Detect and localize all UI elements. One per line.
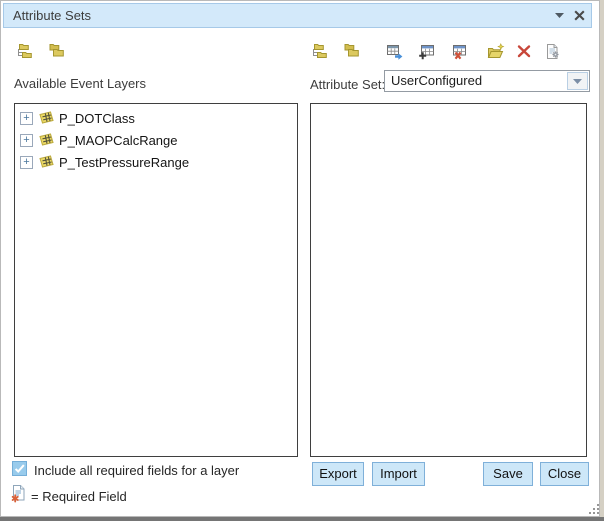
tree-item-label: P_TestPressureRange <box>59 155 189 170</box>
dialog-title: Attribute Sets <box>4 8 91 23</box>
file-settings-icon[interactable] <box>544 43 562 61</box>
event-layer-icon <box>38 154 55 170</box>
tree-item-p-maopcalcrange[interactable]: + P_MAOPCalcRange <box>15 129 297 151</box>
save-button[interactable]: Save <box>483 462 533 486</box>
include-required-fields-label: Include all required fields for a layer <box>34 463 239 478</box>
titlebar: Attribute Sets <box>3 3 592 28</box>
delete-icon[interactable] <box>516 43 534 61</box>
tree-item-label: P_MAOPCalcRange <box>59 133 178 148</box>
tree-item-p-testpressurerange[interactable]: + P_TestPressureRange <box>15 151 297 173</box>
required-field-legend: = Required Field <box>31 489 127 504</box>
table-add-icon[interactable] <box>418 43 436 61</box>
import-button[interactable]: Import <box>372 462 425 486</box>
event-layer-icon <box>38 110 55 126</box>
available-event-layers-label: Available Event Layers <box>14 76 146 91</box>
window-edge-bottom <box>0 517 604 521</box>
tree-item-p-dotclass[interactable]: + P_DOTClass <box>15 107 297 129</box>
close-icon[interactable] <box>571 7 587 25</box>
table-remove-icon[interactable] <box>451 43 469 61</box>
layer-tree-icon[interactable] <box>16 43 34 61</box>
tree-item-label: P_DOTClass <box>59 111 135 126</box>
combo-dropdown-button[interactable] <box>567 72 588 90</box>
chevron-down-icon[interactable] <box>551 7 567 25</box>
attribute-sets-dialog: Attribute Sets <box>0 0 604 521</box>
attribute-set-content-list[interactable] <box>310 103 587 457</box>
include-required-fields-checkbox[interactable] <box>12 461 27 476</box>
expand-plus-icon[interactable]: + <box>20 112 33 125</box>
attribute-set-label: Attribute Set: <box>310 77 385 92</box>
available-event-layers-list[interactable]: + P_DOTClass + P_MAOPCalcRange + <box>14 103 298 457</box>
expand-plus-icon[interactable]: + <box>20 134 33 147</box>
layer-tree-icon[interactable] <box>311 43 329 61</box>
export-button[interactable]: Export <box>312 462 364 486</box>
resize-grip[interactable] <box>588 503 600 515</box>
folders-icon[interactable] <box>48 43 66 61</box>
attribute-set-value: UserConfigured <box>391 73 482 88</box>
expand-plus-icon[interactable]: + <box>20 156 33 169</box>
folders-icon[interactable] <box>343 43 361 61</box>
window-edge-right <box>600 0 604 517</box>
new-folder-icon[interactable] <box>487 43 505 61</box>
table-export-icon[interactable] <box>386 43 404 61</box>
close-button[interactable]: Close <box>540 462 589 486</box>
event-layer-icon <box>38 132 55 148</box>
attribute-set-combobox[interactable]: UserConfigured <box>384 70 590 92</box>
required-field-icon <box>11 485 26 506</box>
